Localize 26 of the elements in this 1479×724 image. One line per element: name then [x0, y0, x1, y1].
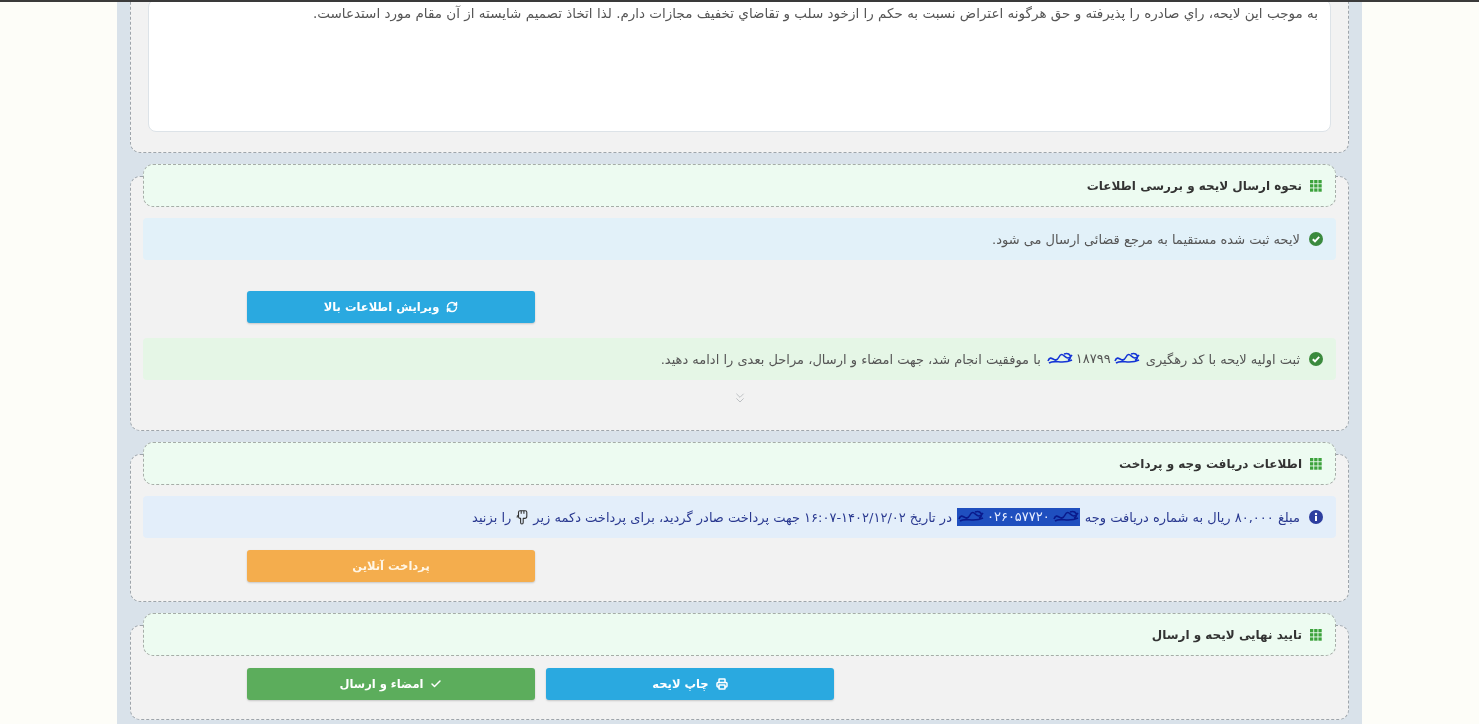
statement-field[interactable]: به موجب این لایحه، راي صادره را پذیرفته و حق هرگونه اعتراض نسبت به حکم را ازخود سلب و تقاضاي تخفیف مجازات دارم. لذا اتخاذ تصمیم شایسته از آن مقام مورد استدعاست.	[148, 0, 1331, 132]
grid-icon	[1310, 457, 1322, 470]
tracking-code: ۰۲۶۰۵۷۷۲۰	[984, 508, 1052, 526]
section-title: تایید نهایی لایحه و ارسال	[1151, 627, 1302, 642]
message-text: با موفقیت انجام شد، جهت امضاء و ارسال، مراحل بعدی را ادامه دهید.	[660, 351, 1041, 367]
section-title: اطلاعات دریافت وجه و پرداخت	[1118, 456, 1302, 471]
info-icon	[1309, 510, 1323, 524]
print-button[interactable]: چاپ لایحه	[546, 668, 834, 700]
check-circle-icon	[1309, 232, 1323, 246]
pay-button[interactable]: پرداخت آنلاین	[247, 550, 535, 582]
check-icon	[430, 678, 443, 690]
sign-button[interactable]: امضاء و ارسال	[247, 668, 535, 700]
message-text: را بزنید	[472, 509, 512, 525]
check-circle-icon	[1309, 352, 1323, 366]
hand-pointer-icon	[516, 509, 529, 525]
edit-button[interactable]: ویرایش اطلاعات بالا	[247, 291, 535, 323]
message-text: مبلغ ۸۰,۰۰۰ ریال به شماره دریافت وجه	[1084, 509, 1300, 525]
tracking-code: ۱۸۷۹۹	[1074, 350, 1112, 368]
grid-icon	[1310, 628, 1322, 641]
section-title: نحوه ارسال لایحه و بررسی اطلاعات	[1086, 178, 1302, 193]
printer-icon	[715, 678, 728, 690]
message-text: لایحه ثبت شده مستقیما به مرجع قضائی ارسال می شود.	[992, 231, 1300, 247]
message-text: در تاریخ ۱۴۰۲/۱۲/۰۲-۱۶:۰۷ جهت پرداخت صادر گردید، برای پرداخت دکمه زیر	[533, 509, 952, 525]
message-text: ثبت اولیه لایحه با کد رهگیری	[1145, 351, 1300, 367]
refresh-icon	[446, 301, 459, 313]
grid-icon	[1310, 179, 1322, 192]
